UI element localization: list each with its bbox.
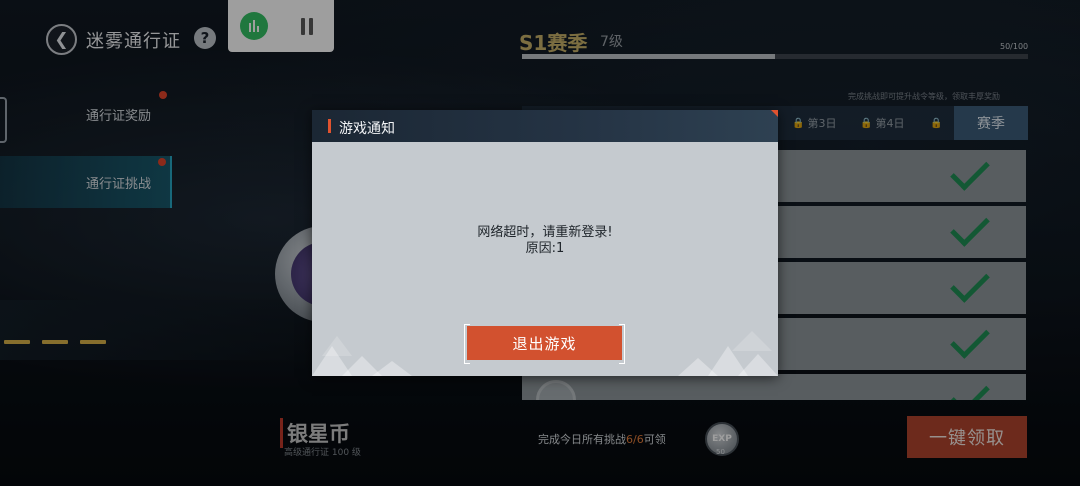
dialog-header: 游戏通知 [312, 110, 778, 142]
game-notice-dialog: 游戏通知 网络超时，请重新登录! 原因:1 退出游戏 [312, 110, 778, 376]
exit-game-button[interactable]: 退出游戏 [464, 324, 625, 364]
dialog-title: 游戏通知 [339, 121, 395, 137]
dialog-reason: 原因:1 [525, 241, 565, 256]
corner-accent [771, 110, 778, 117]
